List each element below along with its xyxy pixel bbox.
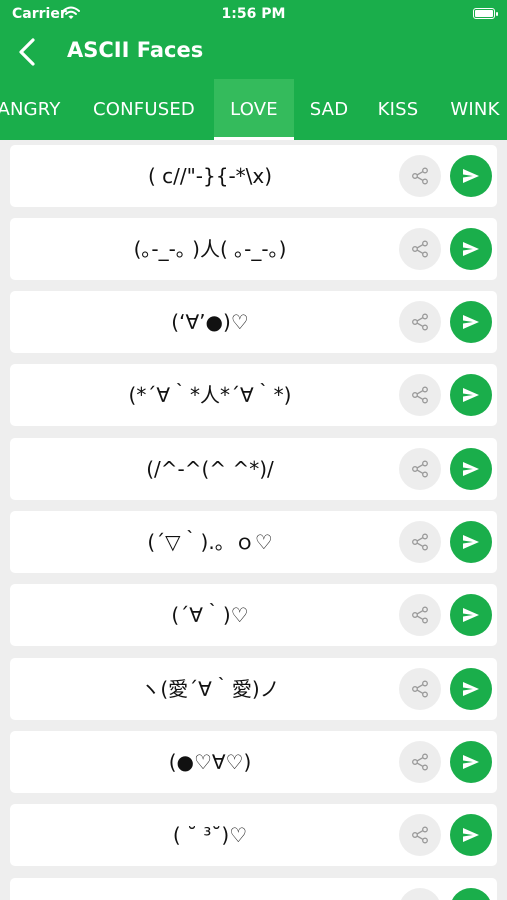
tab-kiss[interactable]: KISS [370, 79, 426, 140]
list-item[interactable]: (‘∀’●)♡ [10, 291, 497, 353]
list-item[interactable]: (*´∀｀*人*´∀｀*) [10, 364, 497, 426]
share-button[interactable] [399, 741, 441, 783]
list-item[interactable]: (´▽｀).。ｏ♡ [10, 511, 497, 573]
send-icon [463, 535, 479, 549]
chevron-left-icon [19, 38, 35, 66]
share-button[interactable] [399, 814, 441, 856]
face-text: (/^-^(^ ^*)/ [146, 457, 274, 481]
status-time: 1:56 PM [221, 6, 286, 22]
send-button[interactable] [450, 374, 492, 416]
face-text: (´∀｀)♡ [171, 603, 249, 627]
send-icon [463, 462, 479, 476]
send-button[interactable] [450, 155, 492, 197]
list-item[interactable]: (˘ ε˘) [10, 878, 497, 900]
face-text: (´▽｀).。ｏ♡ [147, 530, 273, 554]
faces-list[interactable]: ( c//"-}{-*\x) (｡-_-｡ )人( ｡-_-｡) (‘∀’●)♡… [0, 140, 507, 900]
list-item[interactable]: ヽ(愛´∀｀愛)ノ [10, 658, 497, 720]
send-icon [463, 828, 479, 842]
send-icon [463, 608, 479, 622]
send-icon [463, 755, 479, 769]
back-button[interactable] [10, 32, 50, 72]
face-text: ( ˘ ³˘)♡ [172, 823, 248, 847]
share-button[interactable] [399, 668, 441, 710]
share-icon [412, 826, 428, 844]
send-icon [463, 388, 479, 402]
list-item[interactable]: ( c//"-}{-*\x) [10, 145, 497, 207]
nav-bar: ASCII Faces [0, 28, 507, 76]
share-icon [412, 386, 428, 404]
app-window: Carrier 1:56 PM ASCII Faces ANGRY CONFUS… [0, 0, 507, 900]
list-item[interactable]: (｡-_-｡ )人( ｡-_-｡) [10, 218, 497, 280]
send-button[interactable] [450, 228, 492, 270]
share-button[interactable] [399, 521, 441, 563]
list-item[interactable]: (●♡∀♡) [10, 731, 497, 793]
share-button[interactable] [399, 448, 441, 490]
tab-love[interactable]: LOVE [214, 79, 294, 140]
share-icon [412, 313, 428, 331]
send-icon [463, 169, 479, 183]
share-button[interactable] [399, 228, 441, 270]
face-text: ( c//"-}{-*\x) [147, 164, 273, 188]
list-item[interactable]: (/^-^(^ ^*)/ [10, 438, 497, 500]
send-button[interactable] [450, 301, 492, 343]
send-button[interactable] [450, 521, 492, 563]
category-tabs: ANGRY CONFUSED LOVE SAD KISS WINK [0, 79, 507, 140]
list-item[interactable]: ( ˘ ³˘)♡ [10, 804, 497, 866]
list-item[interactable]: (´∀｀)♡ [10, 584, 497, 646]
tab-angry[interactable]: ANGRY [0, 79, 62, 140]
share-button[interactable] [399, 155, 441, 197]
send-icon [463, 315, 479, 329]
status-bar: Carrier 1:56 PM [0, 0, 507, 28]
share-icon [412, 460, 428, 478]
battery-icon [473, 8, 498, 19]
send-button[interactable] [450, 448, 492, 490]
share-icon [412, 753, 428, 771]
share-icon [412, 533, 428, 551]
share-button[interactable] [399, 594, 441, 636]
face-text: (˘ ε˘) [10, 878, 410, 900]
send-button[interactable] [450, 594, 492, 636]
share-icon [412, 167, 428, 185]
send-icon [463, 682, 479, 696]
tab-wink[interactable]: WINK [440, 79, 507, 140]
tab-sad[interactable]: SAD [302, 79, 356, 140]
share-button[interactable] [399, 301, 441, 343]
send-button[interactable] [450, 741, 492, 783]
share-icon [412, 606, 428, 624]
face-text: (●♡∀♡) [168, 750, 252, 774]
face-text: (｡-_-｡ )人( ｡-_-｡) [133, 237, 287, 261]
face-text: (‘∀’●)♡ [171, 310, 249, 334]
tab-confused[interactable]: CONFUSED [84, 79, 204, 140]
face-text: (*´∀｀*人*´∀｀*) [128, 383, 292, 407]
send-button[interactable] [450, 668, 492, 710]
share-button[interactable] [399, 374, 441, 416]
send-button[interactable] [450, 888, 492, 900]
send-button[interactable] [450, 814, 492, 856]
face-text: ヽ(愛´∀｀愛)ノ [140, 677, 280, 701]
send-icon [463, 242, 479, 256]
share-icon [412, 680, 428, 698]
app-header: Carrier 1:56 PM ASCII Faces ANGRY CONFUS… [0, 0, 507, 140]
page-title: ASCII Faces [67, 38, 204, 62]
share-icon [412, 240, 428, 258]
